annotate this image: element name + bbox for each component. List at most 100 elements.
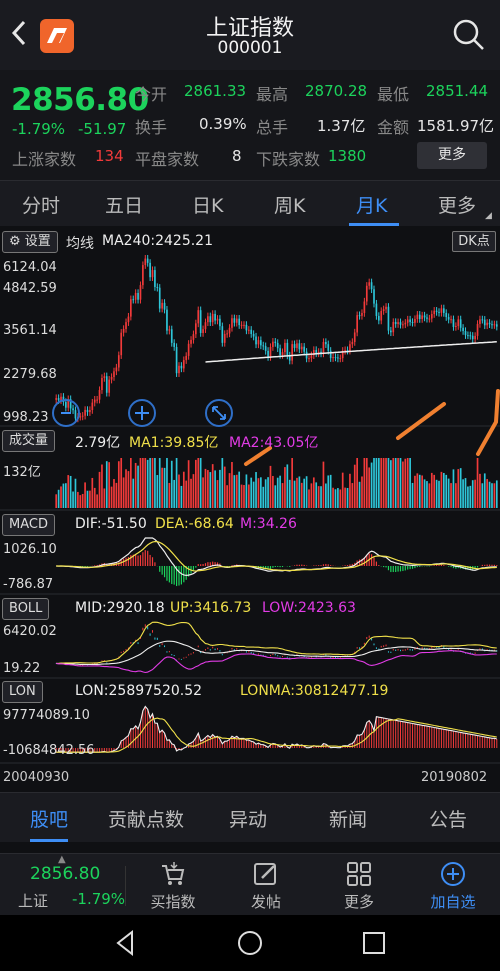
volume-bar [262,486,265,508]
candle-body [105,376,108,393]
candle-body [187,343,190,356]
volume-bar [377,458,380,508]
tab-forum[interactable]: 股吧 [30,805,68,832]
volume-bar [257,478,260,508]
zoom-in-button[interactable] [128,399,156,427]
plus-circle-icon [441,862,465,886]
volume-bar [86,490,89,508]
tab-contribution[interactable]: 贡献点数 [108,805,184,832]
nav-home-icon[interactable] [236,929,264,957]
volume-bar [447,478,450,508]
macd-indicator-button[interactable]: MACD [2,514,55,536]
candle-body [284,342,286,353]
candle-body [332,357,334,359]
post-button[interactable]: 发帖 [226,858,306,914]
high-label: 最高 [256,85,289,104]
volume-bar [365,458,368,508]
buy-index-button[interactable]: 买指数 [133,858,213,914]
candle-body [170,329,173,343]
action-bar: ▲ 2856.80 上证 -1.79% 买指数 发帖 更多 加自选 [0,853,500,915]
volume-bar [418,474,421,508]
tab-movement[interactable]: 异动 [229,805,267,832]
candle-body [327,344,330,351]
nav-back-icon[interactable] [112,929,140,957]
candle-body [182,360,185,369]
volume-bar [390,460,392,508]
amount-label: 金额 [377,118,410,137]
price-axis-label-4: 2279.68 [3,367,57,382]
candle-body [351,341,354,345]
tab-five-day[interactable]: 五日 [105,191,143,218]
boll-indicator-button[interactable]: BOLL [2,598,50,620]
volume-bar [296,477,298,508]
volume-bar [113,479,115,508]
volume-bar [105,461,108,508]
candle-body [370,282,373,290]
candle-body [103,376,106,378]
turnover-label: 换手 [135,118,168,137]
volume-bar [440,471,443,508]
volume-label: 总手 [256,118,289,137]
add-watchlist-button[interactable]: 加自选 [413,858,493,914]
volume-bar [356,458,358,508]
settings-label: 设置 [24,234,51,249]
tab-weekly-k[interactable]: 周K [274,191,305,218]
candle-body [202,329,204,333]
tab-intraday[interactable]: 分时 [22,191,60,218]
volume-bar [327,475,330,508]
volume-bar [163,467,166,508]
tab-announcements[interactable]: 公告 [429,805,467,832]
volume-bar [269,465,272,508]
volume-bar [202,477,204,508]
quote-more-button[interactable]: 更多 [417,142,487,169]
candle-body [469,335,472,337]
volume-bar [178,474,180,508]
macd-m: M:34.26 [240,516,297,532]
volume-bar [469,485,472,508]
more-button[interactable]: 更多 [319,858,399,914]
candle-body [399,322,402,325]
tab-more[interactable]: 更多 [438,191,476,218]
lon-indicator-button[interactable]: LON [2,681,43,703]
ma-label: 均线 [66,236,94,252]
open-label: 今开 [135,85,168,104]
quote-panel: 2856.80 -1.79% -51.97 今开 2861.33 最高 2870… [0,70,500,180]
volume-bar [445,474,448,508]
chart-settings-button[interactable]: ⚙ 设置 [2,231,58,253]
volume-bar [279,475,281,508]
change-percent: -1.79% [12,120,66,138]
candle-body [390,330,392,333]
volume-indicator-button[interactable]: 成交量 [2,430,56,452]
candle-body [483,319,486,326]
fullscreen-button[interactable] [205,399,233,427]
tab-news[interactable]: 新闻 [329,805,367,832]
volume-bar [89,490,91,508]
macd-dif: DIF:-51.50 [75,516,147,532]
candle-body [204,322,207,330]
volume-bar [151,458,154,508]
volume-bar [303,478,306,508]
flat-count: 8 [232,147,242,165]
volume-bar [204,468,207,508]
end-date: 20190802 [421,770,488,785]
search-icon[interactable] [452,18,486,52]
candle-body [387,306,390,331]
tab-daily-k[interactable]: 日K [192,191,223,218]
nav-recents-icon[interactable] [360,929,388,957]
dk-point-button[interactable]: DK点 [452,231,496,252]
zoom-out-button[interactable] [52,399,80,427]
candle-body [358,315,361,317]
volume-bar [308,489,310,508]
candle-body [168,329,171,331]
volume-bar [341,472,344,508]
candle-body [98,390,101,400]
kline-chart[interactable]: ⚙ 设置 均线 MA240:2425.21 DK点 6124.04 4842.5… [0,226,500,792]
tab-monthly-k[interactable]: 月K [356,191,387,218]
volume-bar [337,488,339,508]
candle-body [392,321,395,333]
bar-change: -1.79% [72,890,126,908]
volume-bar [139,458,142,508]
candle-body [322,341,325,354]
up-count-label: 上涨家数 [12,150,77,169]
volume-bar [346,487,349,508]
